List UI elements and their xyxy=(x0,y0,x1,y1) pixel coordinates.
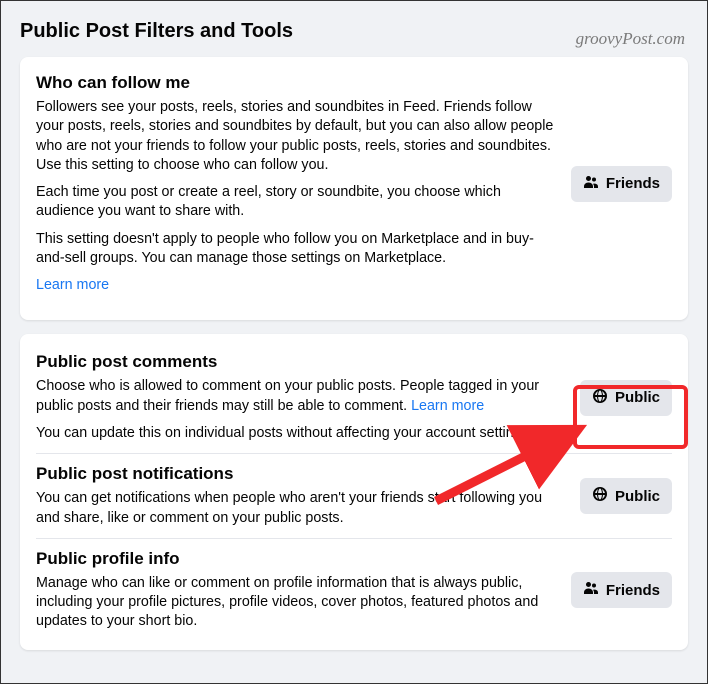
settings-card: Public post comments Choose who is allow… xyxy=(20,334,688,649)
who-can-follow-selector[interactable]: Friends xyxy=(571,166,672,202)
comments-learn-more-link[interactable]: Learn more xyxy=(411,398,484,414)
comments-desc-1: Choose who is allowed to comment on your… xyxy=(36,377,566,416)
friends-icon xyxy=(583,174,599,194)
comments-title: Public post comments xyxy=(36,352,566,372)
comments-desc-2: You can update this on individual posts … xyxy=(36,424,566,443)
follow-desc-2: Each time you post or create a reel, sto… xyxy=(36,183,557,222)
notifications-desc: You can get notifications when people wh… xyxy=(36,489,566,528)
follow-desc-3: This setting doesn't apply to people who… xyxy=(36,230,557,269)
profile-button-label: Friends xyxy=(606,582,660,599)
profile-title: Public profile info xyxy=(36,549,557,569)
follow-learn-more-link[interactable]: Learn more xyxy=(36,277,109,293)
notifications-button-label: Public xyxy=(615,488,660,505)
public-profile-info-selector[interactable]: Friends xyxy=(571,572,672,608)
follow-title: Who can follow me xyxy=(36,73,557,93)
notifications-title: Public post notifications xyxy=(36,464,566,484)
who-can-follow-card: Who can follow me Followers see your pos… xyxy=(20,57,688,320)
profile-desc: Manage who can like or comment on profil… xyxy=(36,574,557,632)
public-post-notifications-selector[interactable]: Public xyxy=(580,478,672,514)
public-post-comments-selector[interactable]: Public xyxy=(580,380,672,416)
globe-icon xyxy=(592,486,608,506)
globe-icon xyxy=(592,388,608,408)
follow-desc-1: Followers see your posts, reels, stories… xyxy=(36,98,557,175)
comments-button-label: Public xyxy=(615,389,660,406)
watermark: groovyPost.com xyxy=(576,29,685,49)
follow-button-label: Friends xyxy=(606,175,660,192)
friends-icon xyxy=(583,580,599,600)
